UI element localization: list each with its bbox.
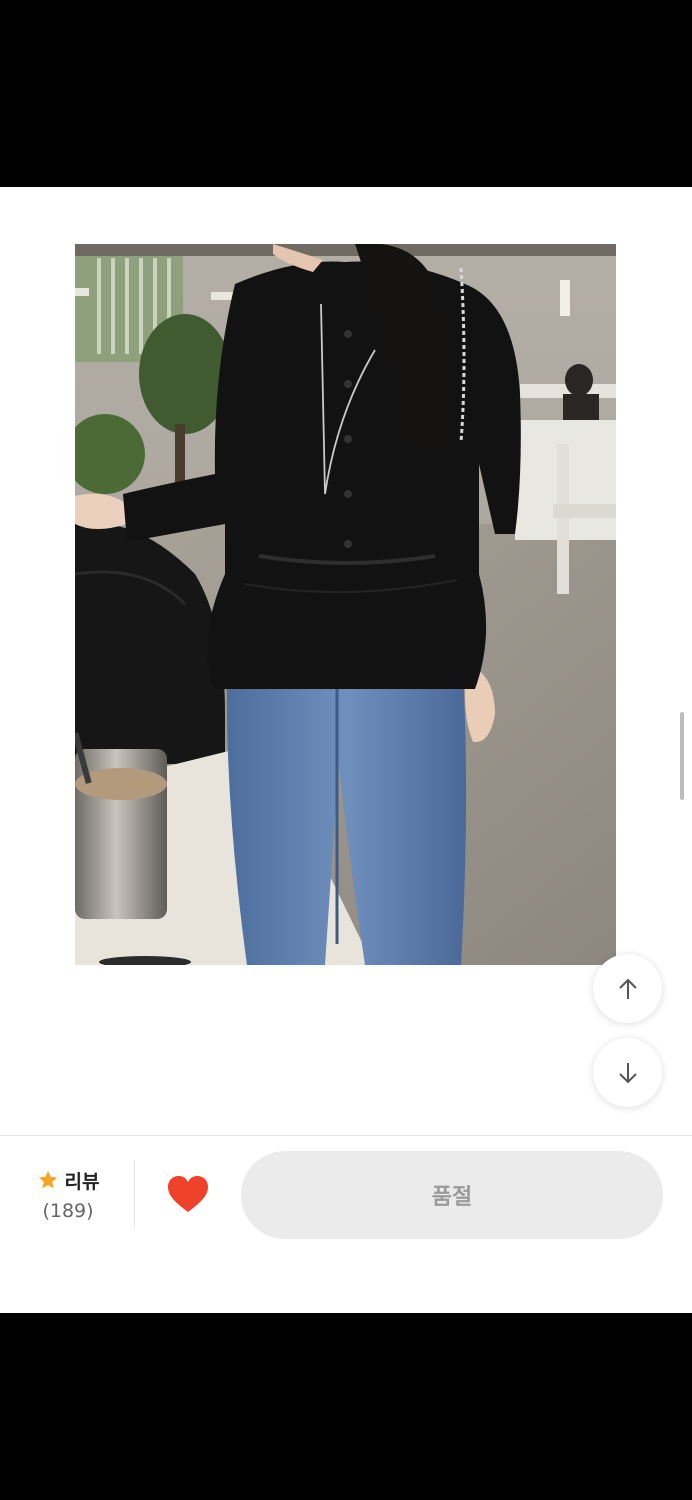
arrow-down-icon xyxy=(618,1062,637,1083)
heart-icon xyxy=(168,1176,208,1212)
review-button[interactable]: 리뷰 (189) xyxy=(28,1166,108,1222)
scrollbar-thumb[interactable] xyxy=(680,712,684,800)
wishlist-button[interactable] xyxy=(166,1174,210,1214)
bottom-action-bar: 리뷰 (189) 품절 xyxy=(0,1135,692,1313)
soldout-button[interactable]: 품절 xyxy=(241,1151,663,1239)
review-count: (189) xyxy=(42,1200,94,1222)
divider xyxy=(134,1160,135,1228)
review-label: 리뷰 xyxy=(64,1170,100,1193)
star-icon xyxy=(38,1170,57,1189)
scroll-to-bottom-button[interactable] xyxy=(593,1038,662,1107)
product-photo xyxy=(75,244,616,965)
product-detail-page: 리뷰 (189) 품절 xyxy=(0,187,692,1313)
arrow-up-icon xyxy=(618,978,637,999)
scroll-to-top-button[interactable] xyxy=(593,954,662,1023)
phone-screen: 리뷰 (189) 품절 xyxy=(0,0,692,1500)
